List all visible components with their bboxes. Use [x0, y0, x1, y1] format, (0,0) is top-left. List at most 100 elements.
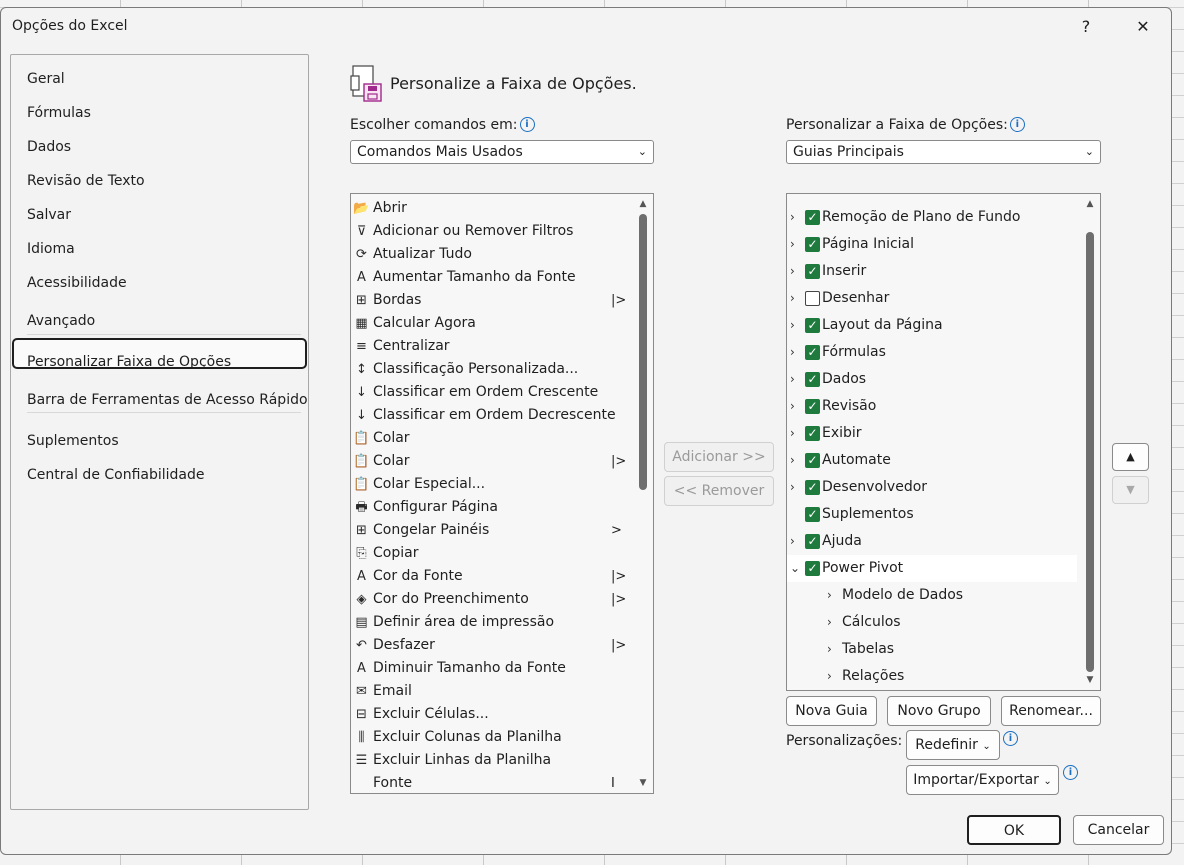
command-list-item[interactable]: ↓ Classificar em Ordem Crescente [351, 381, 636, 404]
tree-tab-item[interactable]: › ✓ Desenvolvedor [787, 474, 1077, 501]
scroll-down-icon[interactable]: ▼ [1084, 674, 1096, 686]
tab-checkbox[interactable]: ✓ [805, 507, 820, 522]
new-tab-button[interactable]: Nova Guia [786, 696, 877, 726]
sidebar-item[interactable]: Revisão de Texto [27, 173, 145, 189]
tree-tab-item[interactable]: › ✓ Layout da Página [787, 312, 1077, 339]
rename-button[interactable]: Renomear... [1001, 696, 1101, 726]
expand-chevron-icon[interactable]: › [827, 663, 832, 690]
commands-list[interactable]: 📂 Abrir ⊽ Adicionar ou Remover Filtros ⟳ Atua… [350, 193, 654, 794]
command-list-item[interactable]: ⊟ Excluir Células... [351, 703, 636, 726]
scroll-thumb[interactable] [1086, 232, 1094, 672]
command-list-item[interactable]: 📂 Abrir [351, 197, 636, 220]
tab-checkbox[interactable]: ✓ [805, 345, 820, 360]
expand-chevron-icon[interactable]: › [790, 393, 795, 420]
expand-chevron-icon[interactable]: › [790, 258, 795, 285]
expand-chevron-icon[interactable]: › [790, 528, 795, 555]
sidebar-item[interactable]: Fórmulas [27, 105, 91, 121]
command-list-item[interactable]: ▤ Definir área de impressão [351, 611, 636, 634]
command-list-item[interactable]: ⫼ Excluir Colunas da Planilha [351, 726, 636, 749]
tree-tab-item[interactable]: ✓ Suplementos [787, 501, 1077, 528]
close-button[interactable]: ✕ [1129, 16, 1157, 38]
tab-checkbox[interactable]: ✓ [805, 480, 820, 495]
command-list-item[interactable]: ⊽ Adicionar ou Remover Filtros [351, 220, 636, 243]
tree-tab-item[interactable]: › ✓ Fórmulas [787, 339, 1077, 366]
choose-commands-select[interactable]: Comandos Mais Usados ⌄ [350, 140, 654, 164]
expand-chevron-icon[interactable]: › [790, 447, 795, 474]
scroll-up-icon[interactable]: ▲ [637, 198, 649, 210]
command-list-item[interactable]: 🖶 Configurar Página [351, 496, 636, 519]
command-list-item[interactable]: ↕ Classificação Personalizada... [351, 358, 636, 381]
command-list-item[interactable]: ☰ Excluir Linhas da Planilha [351, 749, 636, 772]
ribbon-tabs-tree[interactable]: › ✓ Remoção de Plano de Fundo › ✓ Página Inic… [786, 193, 1101, 691]
info-icon[interactable]: i [1009, 117, 1025, 132]
command-list-item[interactable]: A Aumentar Tamanho da Fonte [351, 266, 636, 289]
tree-scrollbar[interactable]: ▲ ▼ [1084, 196, 1096, 688]
tree-tab-item[interactable]: › ✓ Página Inicial [787, 231, 1077, 258]
commands-scrollbar[interactable]: ▲ ▼ [637, 196, 649, 791]
help-button[interactable]: ? [1072, 16, 1100, 38]
tab-checkbox[interactable]: ✓ [805, 561, 820, 576]
command-list-item[interactable]: A Diminuir Tamanho da Fonte [351, 657, 636, 680]
info-icon[interactable]: i [1063, 765, 1078, 780]
sidebar-item[interactable]: Personalizar Faixa de Opções [27, 354, 231, 370]
scroll-thumb[interactable] [639, 214, 647, 490]
command-list-item[interactable]: A Cor da Fonte |> [351, 565, 636, 588]
expand-chevron-icon[interactable]: › [827, 636, 832, 663]
expand-chevron-icon[interactable]: › [790, 204, 795, 231]
add-button[interactable]: Adicionar >> [664, 442, 774, 472]
scroll-down-icon[interactable]: ▼ [637, 777, 649, 789]
command-list-item[interactable]: ≡ Centralizar [351, 335, 636, 358]
expand-chevron-icon[interactable]: › [827, 690, 832, 691]
sidebar-item[interactable]: Dados [27, 139, 71, 155]
move-up-button[interactable]: ▲ [1112, 443, 1149, 471]
tab-checkbox[interactable]: ✓ [805, 372, 820, 387]
info-icon[interactable]: i [519, 117, 535, 132]
command-list-item[interactable]: 📋 Colar [351, 427, 636, 450]
tree-group-item[interactable]: › <<Sem rótulo>> [787, 690, 1077, 691]
tree-tab-item[interactable]: › ✓ Ajuda [787, 528, 1077, 555]
sidebar-item[interactable]: Central de Confiabilidade [27, 467, 205, 483]
collapse-chevron-icon[interactable]: ⌄ [790, 555, 800, 582]
cancel-button[interactable]: Cancelar [1073, 815, 1164, 845]
tab-checkbox[interactable]: ✓ [805, 237, 820, 252]
tree-tab-item[interactable]: › ✓ Remoção de Plano de Fundo [787, 204, 1077, 231]
tab-checkbox[interactable]: ✓ [805, 453, 820, 468]
reset-button[interactable]: Redefinir ⌄ [906, 730, 1000, 760]
command-list-item[interactable]: ↶ Desfazer |> [351, 634, 636, 657]
command-list-item[interactable]: ↓ Classificar em Ordem Decrescente [351, 404, 636, 427]
tree-group-item[interactable]: › Modelo de Dados [787, 582, 1077, 609]
scroll-up-icon[interactable]: ▲ [1084, 198, 1096, 210]
expand-chevron-icon[interactable]: › [790, 366, 795, 393]
expand-chevron-icon[interactable]: › [827, 609, 832, 636]
tree-tab-item[interactable]: › ✓ Exibir [787, 420, 1077, 447]
command-list-item[interactable]: ◈ Cor do Preenchimento |> [351, 588, 636, 611]
tree-group-item[interactable]: › Relações [787, 663, 1077, 690]
sidebar-item[interactable]: Acessibilidade [27, 275, 127, 291]
command-list-item[interactable]: Fonte I [351, 772, 636, 793]
tree-group-item[interactable]: › Cálculos [787, 609, 1077, 636]
sidebar-item[interactable]: Avançado [27, 313, 95, 329]
tab-checkbox[interactable]: ✓ [805, 534, 820, 549]
command-list-item[interactable]: 📋 Colar Especial... [351, 473, 636, 496]
sidebar-item[interactable]: Geral [27, 71, 65, 87]
command-list-item[interactable]: ⊞ Bordas |> [351, 289, 636, 312]
expand-chevron-icon[interactable]: › [790, 285, 795, 312]
sidebar-item[interactable]: Idioma [27, 241, 75, 257]
move-down-button[interactable]: ▼ [1112, 476, 1149, 504]
tree-tab-item[interactable]: › ✓ Automate [787, 447, 1077, 474]
expand-chevron-icon[interactable]: › [790, 420, 795, 447]
tree-tab-item[interactable]: ⌄ ✓ Power Pivot [787, 555, 1077, 582]
command-list-item[interactable]: ✉ Email [351, 680, 636, 703]
tab-checkbox[interactable]: ✓ [805, 318, 820, 333]
ok-button[interactable]: OK [967, 815, 1061, 845]
import-export-button[interactable]: Importar/Exportar ⌄ [906, 765, 1059, 795]
tab-checkbox[interactable]: ✓ [805, 210, 820, 225]
tree-tab-item[interactable]: › Desenhar [787, 285, 1077, 312]
tab-checkbox[interactable]: ✓ [805, 426, 820, 441]
tree-tab-item[interactable]: › ✓ Revisão [787, 393, 1077, 420]
new-group-button[interactable]: Novo Grupo [887, 696, 991, 726]
command-list-item[interactable]: ⎘ Copiar [351, 542, 636, 565]
sidebar-item[interactable]: Suplementos [27, 433, 119, 449]
expand-chevron-icon[interactable]: › [790, 339, 795, 366]
command-list-item[interactable]: ⊞ Congelar Painéis > [351, 519, 636, 542]
